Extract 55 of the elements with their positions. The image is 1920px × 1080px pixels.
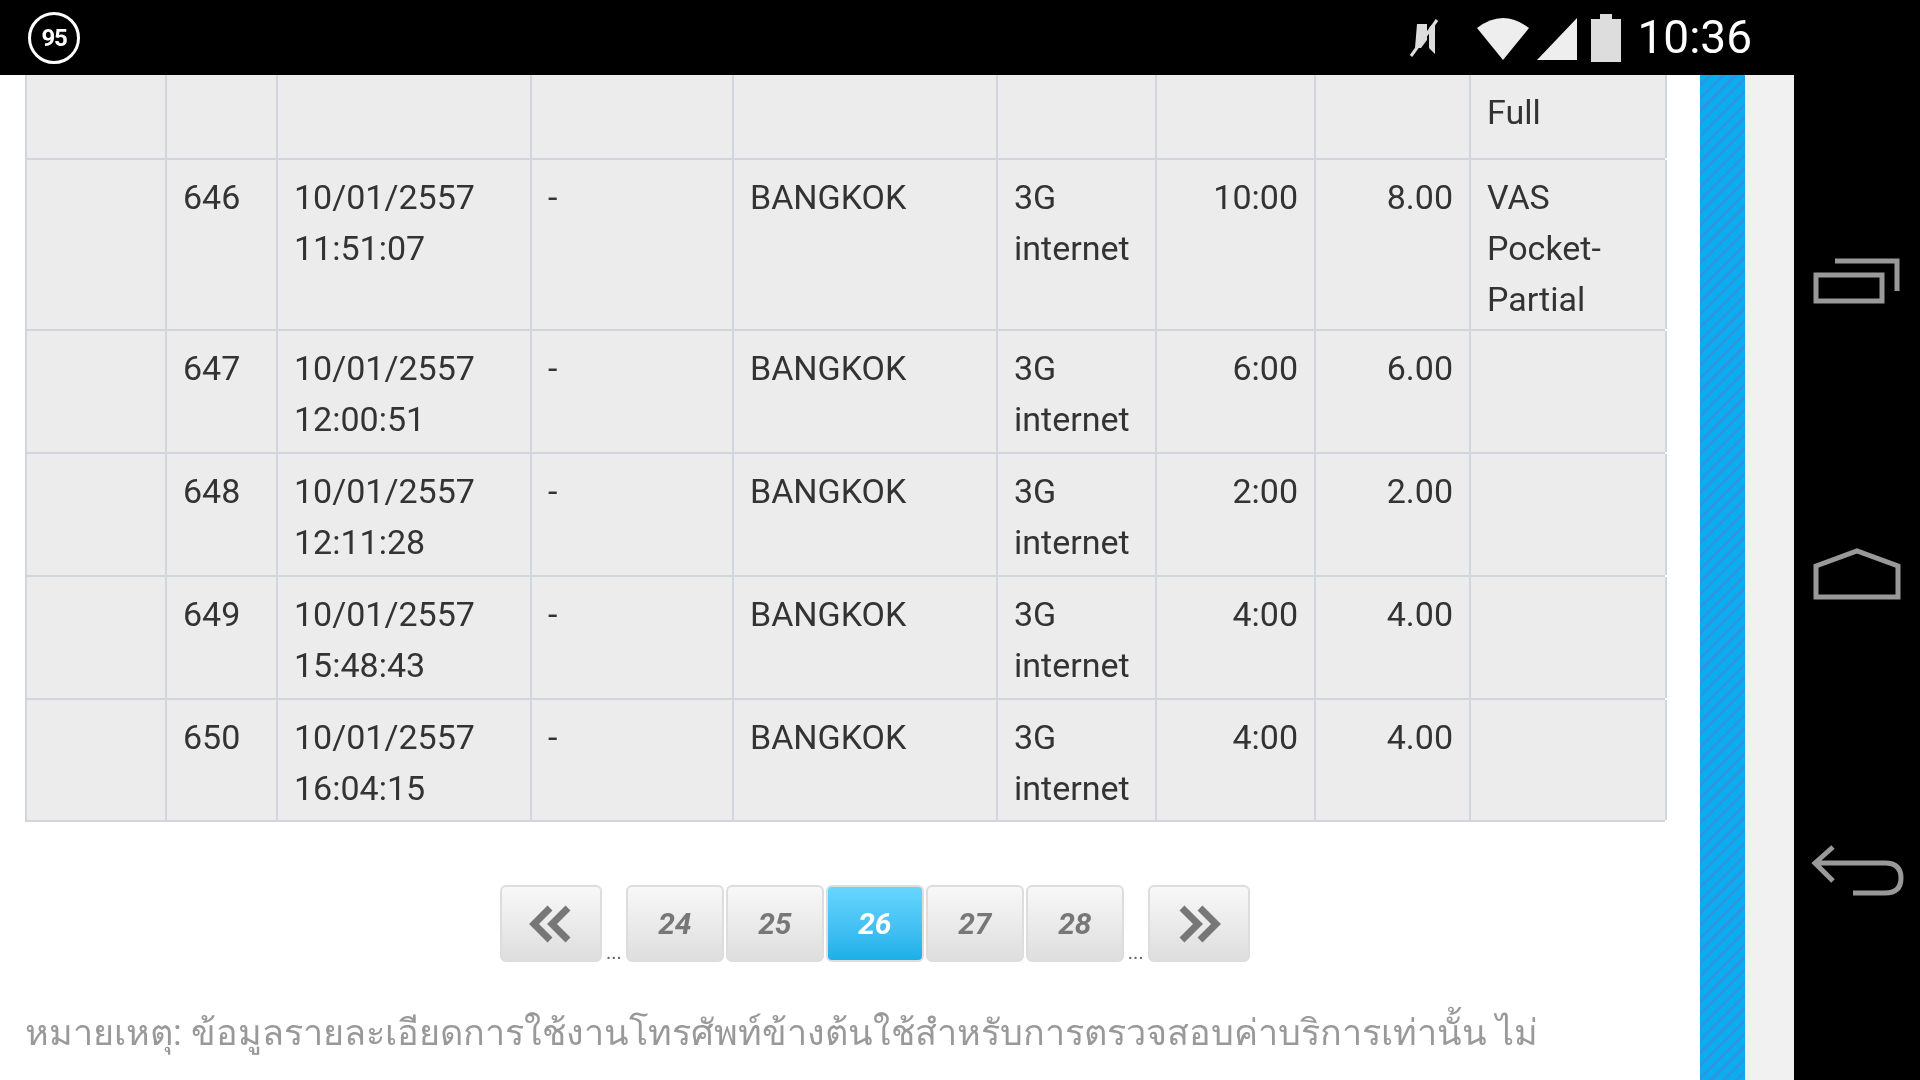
table-cell: 3G internet [1014, 348, 1130, 439]
table-cell: BANGKOK [750, 717, 907, 757]
note-text: หมายเหตุ: ข้อมูลรายละเอียดการใช้งานโทรศัพท์ข้างต้นใช้สำหรับการตรวจสอบค่าบริการเท่านั้น ไม่ [25, 1002, 1538, 1064]
table-cell: - [548, 594, 558, 634]
home-icon[interactable] [1813, 547, 1901, 600]
table-cell: 4:00 [1232, 717, 1298, 757]
table-cell: 10/01/2557 12:11:28 [294, 471, 475, 562]
table-cell: VAS Pocket- Partial [1487, 177, 1601, 319]
clock: 10:36 [1637, 9, 1752, 66]
last-page-button[interactable] [1147, 885, 1250, 962]
table-cell: 3G internet [1014, 471, 1130, 562]
page-button[interactable]: 26 [825, 885, 924, 962]
table-cell: 10:00 [1213, 177, 1298, 217]
table-cell: BANGKOK [750, 348, 907, 388]
wifi-icon [1475, 15, 1532, 60]
table-cell: 648 [183, 471, 241, 511]
table-cell: 4:00 [1232, 594, 1298, 634]
table-cell: 646 [183, 177, 241, 217]
ellipsis: ... [606, 942, 622, 962]
table-cell: - [548, 348, 558, 388]
table-cell: 4.00 [1386, 594, 1453, 634]
battery-icon [1591, 13, 1622, 62]
table-cell: 10/01/2557 11:51:07 [294, 177, 475, 268]
table-cell: - [548, 717, 558, 757]
table-cell: Full [1487, 92, 1541, 132]
table-cell: 2:00 [1232, 471, 1298, 511]
table-cell: BANGKOK [750, 594, 907, 634]
page-button[interactable]: 25 [725, 885, 824, 962]
recent-apps-icon[interactable] [1813, 256, 1901, 305]
notification-badge: 95 [28, 11, 80, 64]
table-cell: 6:00 [1232, 348, 1298, 388]
table-cell: 6.00 [1386, 348, 1453, 388]
table-cell: 647 [183, 348, 241, 388]
ellipsis: ... [1127, 942, 1144, 962]
first-page-button[interactable] [500, 885, 602, 962]
table-cell: 650 [183, 717, 241, 757]
table-cell: 10/01/2557 12:00:51 [294, 348, 475, 439]
table-cell: 3G internet [1014, 177, 1130, 268]
page-button[interactable]: 27 [925, 885, 1024, 962]
back-icon[interactable] [1809, 842, 1905, 899]
table-cell: 649 [183, 594, 241, 634]
table-cell: - [548, 471, 558, 511]
table-cell: 4.00 [1386, 717, 1453, 757]
table-cell: 8.00 [1386, 177, 1453, 217]
page-button[interactable]: 24 [625, 885, 724, 962]
scrollbar[interactable] [1700, 75, 1745, 1080]
table-cell: - [548, 177, 558, 217]
table-cell: 3G internet [1014, 717, 1130, 808]
table-cell: BANGKOK [750, 177, 907, 217]
page-button[interactable]: 28 [1025, 885, 1124, 962]
table-cell: BANGKOK [750, 471, 907, 511]
table-cell: 3G internet [1014, 594, 1130, 685]
table-cell: 10/01/2557 15:48:43 [294, 594, 475, 685]
table-cell: 10/01/2557 16:04:15 [294, 717, 475, 808]
table-cell: 2.00 [1386, 471, 1453, 511]
